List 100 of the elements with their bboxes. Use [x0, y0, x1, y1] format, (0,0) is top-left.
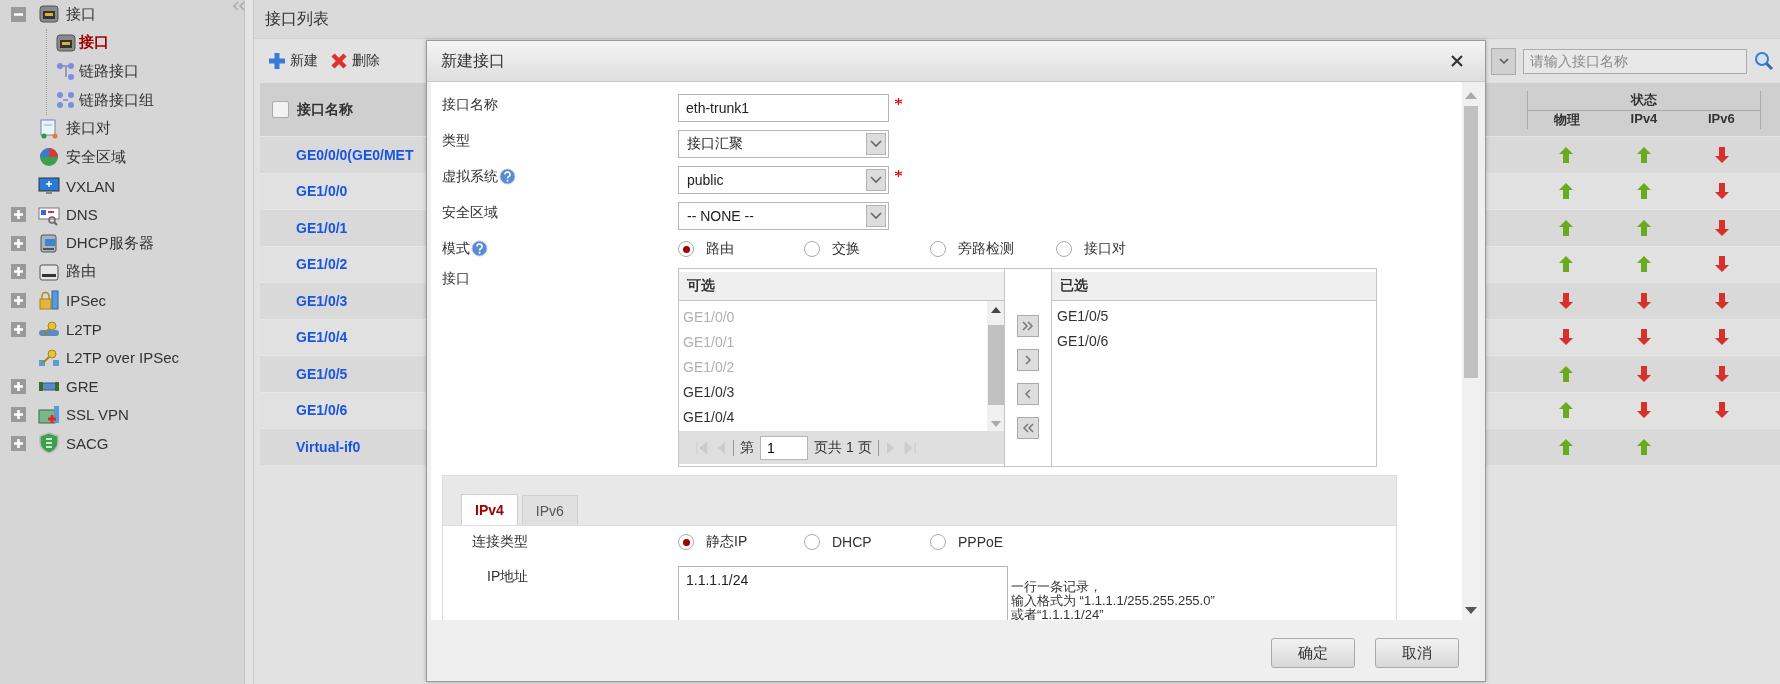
list-title: 可选 — [687, 277, 715, 295]
dropdown-button[interactable] — [1491, 47, 1516, 75]
ok-button[interactable]: 确定 — [1271, 638, 1355, 668]
pager-label: 第 — [740, 438, 754, 457]
delete-button[interactable]: 删除 — [330, 52, 380, 70]
scrollbar[interactable] — [987, 301, 1004, 431]
radio-label: DHCP — [832, 534, 872, 550]
expand-toggle-icon[interactable] — [11, 321, 26, 337]
list-item[interactable]: GE1/0/4 — [683, 405, 987, 430]
select-all-checkbox[interactable] — [272, 101, 289, 118]
ip-address-field[interactable]: 1.1.1.1/24 — [678, 566, 1008, 620]
expand-toggle-icon[interactable] — [11, 378, 26, 394]
caret-down-icon[interactable] — [870, 176, 882, 184]
field-label: 模式 — [442, 240, 470, 258]
sidebar-item[interactable]: 接口对 — [66, 119, 111, 139]
radio-button[interactable] — [804, 241, 820, 257]
field-label: 连接类型 — [472, 533, 528, 549]
expand-toggle-icon[interactable] — [11, 435, 26, 451]
sidebar-item[interactable]: VXLAN — [66, 177, 116, 195]
expand-toggle-icon[interactable] — [11, 292, 26, 308]
chevron-right-icon — [1022, 355, 1034, 365]
sidebar-item[interactable]: GRE — [66, 377, 99, 395]
expand-toggle-icon[interactable] — [11, 207, 26, 223]
expand-toggle-icon[interactable] — [11, 407, 26, 423]
caret-down-icon[interactable] — [870, 212, 882, 220]
sidebar-item[interactable]: DHCP服务器 — [66, 233, 154, 253]
key-icon — [38, 346, 60, 369]
radio-label: 静态IP — [706, 533, 748, 551]
interface-link[interactable]: GE1/0/1 — [296, 219, 348, 236]
sidebar-item[interactable]: 链路接口组 — [79, 90, 154, 110]
radio-button[interactable] — [804, 534, 820, 550]
add-button[interactable] — [1017, 349, 1039, 371]
sidebar-item[interactable]: SSL VPN — [66, 406, 129, 424]
interface-link[interactable]: GE1/0/5 — [296, 365, 348, 382]
interface-link[interactable]: GE1/0/6 — [296, 402, 348, 419]
scroll-up-icon[interactable] — [990, 307, 1001, 313]
document-icon — [38, 117, 60, 140]
scroll-down-icon[interactable] — [1465, 607, 1477, 614]
sidebar-item[interactable]: 接口 — [79, 33, 109, 53]
caret-down-icon[interactable] — [870, 140, 882, 148]
page-number-field[interactable]: 1 — [760, 435, 808, 460]
column-header: 物理 — [1552, 111, 1581, 129]
field-label: 接口 — [442, 270, 470, 288]
interface-link[interactable]: Virtual-if0 — [296, 438, 361, 455]
help-icon[interactable] — [499, 168, 516, 185]
expand-toggle-icon[interactable] — [11, 264, 26, 280]
select-field[interactable]: 接口汇聚 — [678, 130, 889, 158]
cancel-button[interactable]: 取消 — [1375, 638, 1459, 668]
list-item[interactable]: GE1/0/3 — [683, 380, 987, 405]
remove-button[interactable] — [1017, 383, 1039, 405]
hint-text: 或者“1.1.1.1/24” — [1011, 608, 1105, 620]
interface-link[interactable]: GE1/0/3 — [296, 292, 348, 309]
scrollbar[interactable] — [1462, 82, 1480, 620]
interface-name-field[interactable]: eth-trunk1 — [678, 94, 889, 122]
radio-button[interactable] — [930, 534, 946, 550]
radio-button[interactable] — [678, 241, 694, 257]
list-item[interactable]: GE1/0/6 — [1057, 329, 1376, 354]
sidebar-item[interactable]: SACG — [66, 434, 109, 452]
interface-link[interactable]: GE1/0/2 — [296, 256, 348, 273]
collapse-icon[interactable] — [232, 1, 246, 11]
sidebar-item[interactable]: L2TP over IPSec — [66, 349, 180, 367]
column-header: 接口名称 — [297, 100, 353, 119]
double-chevron-left-icon — [1022, 423, 1034, 433]
field-label: 虚拟系统 — [442, 168, 498, 186]
select-field[interactable]: -- NONE -- — [678, 202, 889, 230]
caret-down-icon[interactable] — [1498, 57, 1509, 65]
sidebar-item[interactable]: L2TP — [66, 320, 102, 338]
radio-label: 路由 — [706, 240, 734, 258]
search-field[interactable]: 请输入接口名称 — [1523, 48, 1747, 74]
list-item[interactable]: GE1/0/5 — [1057, 304, 1376, 329]
sidebar-item[interactable]: 安全区域 — [66, 148, 126, 167]
new-button[interactable]: 新建 — [268, 52, 318, 70]
radio-button[interactable] — [1056, 241, 1072, 257]
sidebar-item[interactable]: DNS — [66, 206, 98, 224]
interface-link[interactable]: GE0/0/0(GE0/MET — [296, 146, 414, 163]
remove-all-button[interactable] — [1017, 417, 1039, 439]
sidebar-item[interactable]: IPSec — [66, 291, 107, 309]
radio-button[interactable] — [930, 241, 946, 257]
delete-icon — [330, 52, 348, 70]
sidebar-item[interactable]: 路由 — [66, 262, 96, 282]
interface-link[interactable]: GE1/0/0 — [296, 183, 348, 200]
radio-label: 交换 — [832, 240, 860, 258]
tab[interactable]: IPv6 — [521, 495, 578, 525]
column-group-header: 状态 — [1528, 91, 1760, 111]
interface-link[interactable]: GE1/0/4 — [296, 329, 348, 346]
plus-icon — [268, 52, 286, 70]
collapse-toggle-icon[interactable] — [11, 6, 26, 22]
sidebar-item[interactable]: 链路接口 — [79, 62, 139, 81]
sidebar-item[interactable]: 接口 — [66, 4, 96, 24]
field-label: 安全区域 — [442, 204, 498, 222]
search-icon[interactable] — [1754, 51, 1774, 71]
select-field[interactable]: public — [678, 166, 889, 194]
server-icon — [38, 232, 60, 255]
expand-toggle-icon[interactable] — [11, 235, 26, 251]
tab[interactable]: IPv4 — [461, 494, 518, 525]
radio-button[interactable] — [678, 534, 694, 550]
help-icon[interactable] — [471, 240, 488, 257]
close-icon[interactable] — [1451, 55, 1463, 67]
panel-title: 接口列表 — [265, 8, 329, 29]
add-all-button[interactable] — [1017, 315, 1039, 337]
